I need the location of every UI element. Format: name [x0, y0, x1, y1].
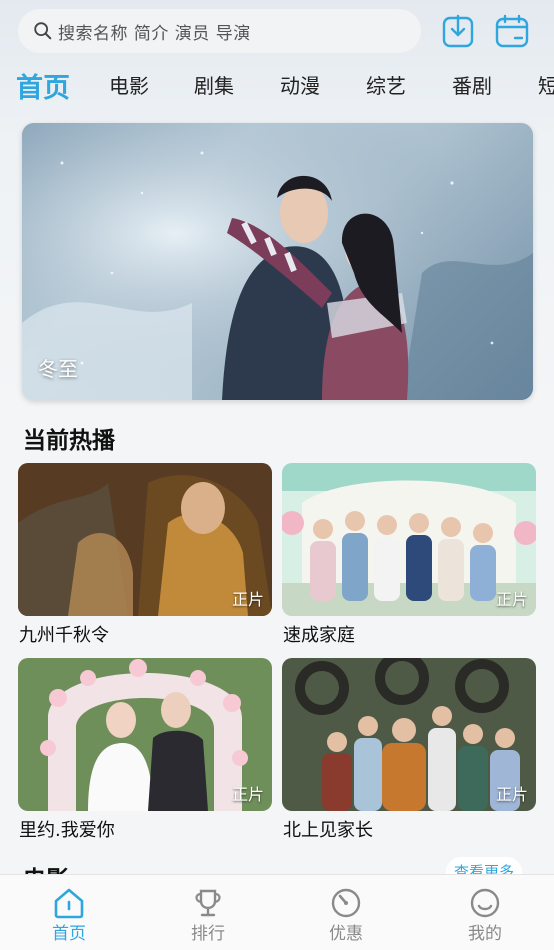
download-icon	[442, 14, 474, 48]
tab-movies[interactable]: 电影	[109, 70, 149, 99]
search-placeholder: 搜索名称 简介 演员 导演	[58, 23, 251, 44]
tab-series[interactable]: 剧集	[194, 70, 234, 99]
nav-deals[interactable]: 优惠	[316, 887, 376, 944]
video-card[interactable]: 正片 九州千秋令	[18, 463, 272, 647]
smiley-profile-icon	[470, 888, 500, 918]
nav-profile-label: 我的	[468, 924, 502, 944]
poster-thumbnail: 正片	[18, 658, 272, 811]
video-title: 里约.我爱你	[19, 820, 115, 841]
tab-bangumi[interactable]: 番剧	[452, 70, 492, 99]
video-card[interactable]: 正片 里约.我爱你	[18, 658, 272, 842]
banner-poster-image	[22, 123, 533, 400]
banner-caption: 冬至	[38, 357, 78, 381]
bottom-navigation: 首页 排行 优惠 我的	[0, 874, 554, 950]
episode-badge: 正片	[231, 590, 264, 609]
poster-thumbnail: 正片	[282, 658, 536, 811]
top-bar: 搜索名称 简介 演员 导演	[0, 0, 554, 62]
video-title: 九州千秋令	[19, 625, 109, 646]
video-title: 北上见家长	[283, 820, 373, 841]
calendar-icon	[495, 14, 529, 48]
nav-home-label: 首页	[52, 924, 86, 944]
video-card[interactable]: 正片 北上见家长	[282, 658, 536, 842]
episode-badge: 正片	[495, 785, 528, 804]
tab-variety[interactable]: 综艺	[366, 70, 406, 99]
nav-ranking[interactable]: 排行	[178, 887, 238, 944]
download-button[interactable]	[441, 13, 475, 49]
poster-thumbnail: 正片	[282, 463, 536, 616]
nav-deals-label: 优惠	[329, 924, 363, 944]
poster-thumbnail: 正片	[18, 463, 272, 616]
video-card[interactable]: 正片 速成家庭	[282, 463, 536, 647]
home-icon	[54, 888, 84, 919]
nav-home[interactable]: 首页	[39, 887, 99, 944]
featured-banner[interactable]: 冬至	[22, 123, 533, 400]
episode-badge: 正片	[495, 590, 528, 609]
category-tabs: 首页 电影 剧集 动漫 综艺 番剧 短	[0, 62, 554, 110]
episode-badge: 正片	[231, 785, 264, 804]
tab-shorts[interactable]: 短	[538, 70, 554, 99]
tab-anime[interactable]: 动漫	[280, 70, 320, 99]
video-title: 速成家庭	[283, 625, 355, 646]
nav-ranking-label: 排行	[191, 924, 225, 944]
discount-dial-icon	[331, 888, 361, 918]
search-icon	[34, 22, 52, 40]
search-bar[interactable]: 搜索名称 简介 演员 导演	[18, 9, 421, 53]
section-title-hot: 当前热播	[23, 428, 115, 454]
calendar-button[interactable]	[495, 13, 529, 49]
tab-home[interactable]: 首页	[16, 66, 70, 105]
nav-profile[interactable]: 我的	[455, 887, 515, 944]
trophy-icon	[195, 889, 221, 917]
